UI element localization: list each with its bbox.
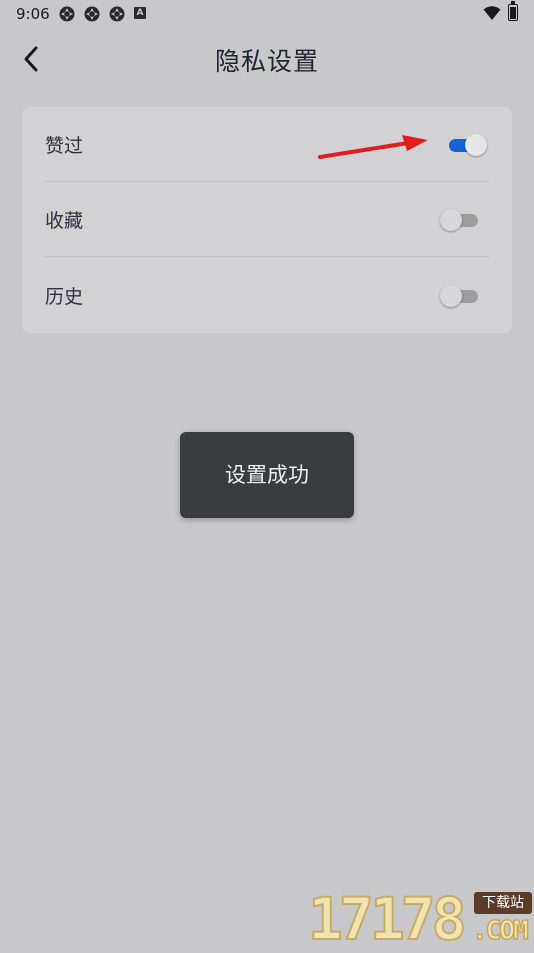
setting-label-history: 历史 [45, 286, 84, 308]
watermark-badge: 下载站 [474, 892, 532, 914]
setting-row-history: 历史 [22, 258, 512, 333]
favorites-toggle[interactable] [440, 208, 480, 232]
watermark-digits: 17178 [307, 885, 468, 953]
toast-message: 设置成功 [180, 432, 354, 518]
settings-gear-icon [109, 6, 125, 22]
page-title: 隐私设置 [214, 47, 319, 76]
watermark-domain: .COM [471, 915, 529, 947]
setting-label-favorites: 收藏 [45, 210, 84, 232]
red-arrow-annotation [318, 135, 428, 159]
app-bar: 隐私设置 [0, 28, 534, 90]
privacy-settings-card: 赞过 收藏 历史 [22, 107, 512, 333]
notification-badge: A [134, 7, 146, 19]
setting-row-likes: 赞过 [22, 107, 512, 182]
setting-row-favorites: 收藏 [22, 182, 512, 257]
history-toggle[interactable] [440, 284, 480, 308]
watermark-logo: 17178 下载站 .COM [307, 885, 534, 953]
battery-icon [508, 1, 518, 21]
divider [44, 256, 490, 257]
status-time: 9:06 [16, 5, 50, 23]
setting-label-likes: 赞过 [45, 135, 84, 157]
settings-gear-icon [59, 6, 75, 22]
status-bar: 9:06 A [0, 0, 534, 28]
settings-gear-icon [84, 6, 100, 22]
wifi-icon [483, 6, 501, 20]
likes-toggle[interactable] [447, 133, 487, 157]
